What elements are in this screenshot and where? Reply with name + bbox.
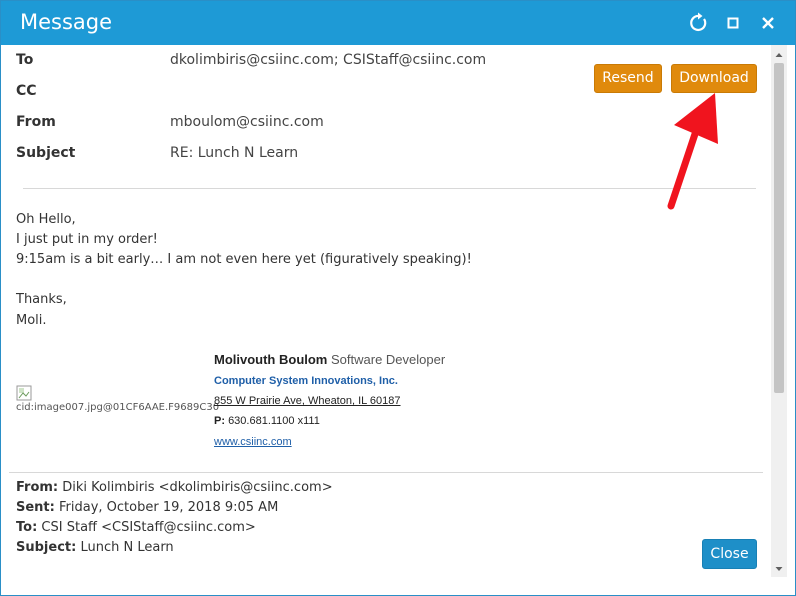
signature-image-caption: cid:image007.jpg@01CF6AAE.F9689C30 [16,402,220,413]
scrollbar-thumb[interactable] [774,63,784,393]
red-arrow-annotation [667,93,718,210]
quoted-subject-label: Subject: [16,540,77,555]
quoted-sent: Sent: Friday, October 19, 2018 9:05 AM [16,500,278,515]
quoted-subject-value: Lunch N Learn [80,540,174,555]
signature-name-line: Molivouth Boulom Software Developer [214,352,445,367]
header-divider [23,188,756,189]
quoted-from-value: Diki Kolimbiris <dkolimbiris@csiinc.com> [62,480,333,495]
scroll-down-icon[interactable] [771,561,787,575]
from-value: mboulom@csiinc.com [170,114,324,130]
signature-phone-label: P: [214,415,225,427]
body-line-early: 9:15am is a bit early… I am not even her… [16,252,472,267]
resend-button[interactable]: Resend [594,64,662,93]
close-icon[interactable] [756,11,780,35]
message-content: To dkolimbiris@csiinc.com; CSIStaff@csii… [1,45,771,577]
quoted-sent-label: Sent: [16,500,55,515]
vertical-scrollbar[interactable] [771,45,787,577]
quoted-divider [9,472,763,473]
quoted-sent-value: Friday, October 19, 2018 9:05 AM [59,500,279,515]
maximize-icon[interactable] [721,11,745,35]
body-line-thanks: Thanks, [16,292,67,307]
from-label: From [16,114,56,130]
message-window: Message To dkolimbiris@csiinc.com; CSISt… [0,0,796,596]
window-title: Message [20,10,113,34]
quoted-to: To: CSI Staff <CSIStaff@csiinc.com> [16,520,256,535]
broken-image-icon [16,385,32,401]
cc-label: CC [16,83,37,99]
scroll-up-icon[interactable] [771,47,787,61]
signature-phone: P: 630.681.1100 x111 [214,415,320,427]
to-label: To [16,52,34,68]
signature-name: Molivouth Boulom [214,352,328,367]
body-line-signoff: Moli. [16,313,47,328]
signature-title: Software Developer [331,352,446,367]
signature-phone-value: 630.681.1100 x111 [228,415,320,427]
body-line-greeting: Oh Hello, [16,212,76,227]
signature-company: Computer System Innovations, Inc. [214,375,398,387]
quoted-to-label: To: [16,520,38,535]
signature-address-link[interactable]: 855 W Prairie Ave, Wheaton, IL 60187 [214,395,401,407]
quoted-from-label: From: [16,480,59,495]
close-button[interactable]: Close [702,539,757,569]
title-bar: Message [1,1,795,45]
signature-website-link[interactable]: www.csiinc.com [214,436,292,448]
body-line-order: I just put in my order! [16,232,158,247]
download-button[interactable]: Download [671,64,757,93]
quoted-to-value: CSI Staff <CSIStaff@csiinc.com> [41,520,256,535]
quoted-from: From: Diki Kolimbiris <dkolimbiris@csiin… [16,480,333,495]
quoted-subject: Subject: Lunch N Learn [16,540,174,555]
to-value: dkolimbiris@csiinc.com; CSIStaff@csiinc.… [170,52,487,68]
refresh-icon[interactable] [687,11,711,35]
subject-label: Subject [16,145,76,161]
subject-value: RE: Lunch N Learn [170,145,299,161]
